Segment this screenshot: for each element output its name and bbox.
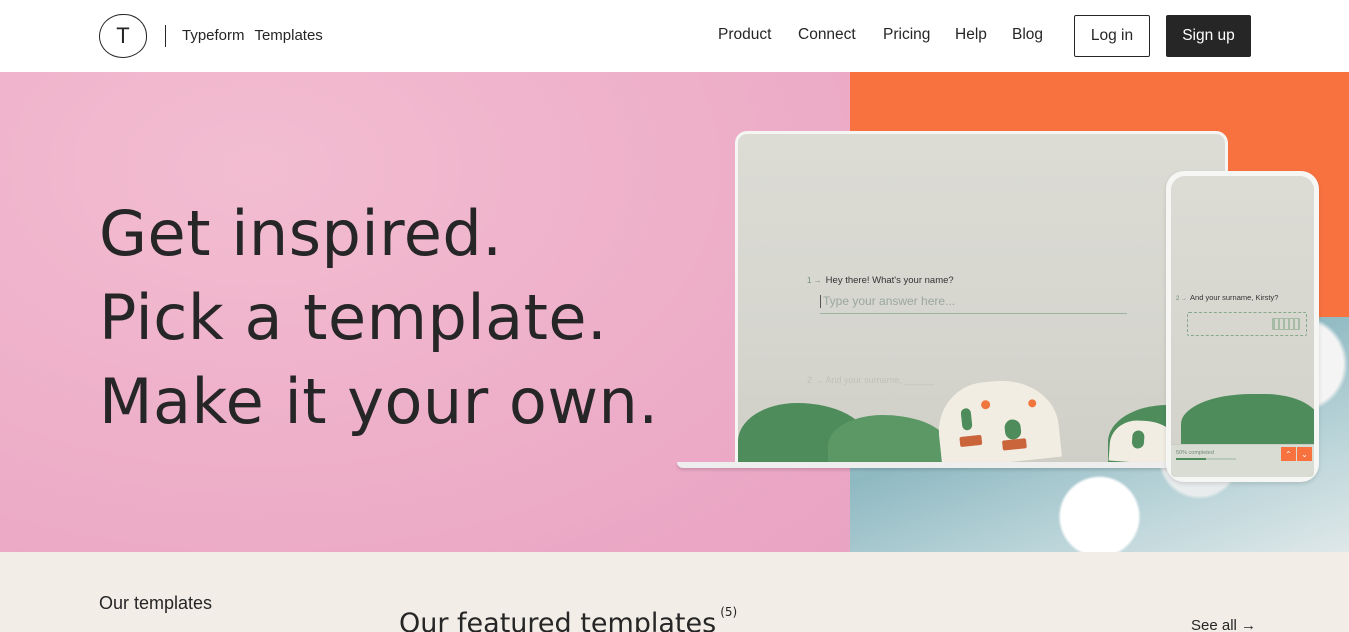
- progress-text: 50% completed: [1176, 450, 1214, 456]
- nav-pricing[interactable]: Pricing: [883, 26, 930, 44]
- headline-line-2: Pick a template.: [99, 281, 608, 354]
- brand-section: Templates: [254, 27, 323, 44]
- brand-name: Typeform: [182, 27, 245, 44]
- flower-shape: [1027, 398, 1037, 408]
- nav-product[interactable]: Product: [718, 26, 771, 44]
- headline-line-1: Get inspired.: [99, 197, 503, 270]
- logo-letter: T: [116, 23, 130, 48]
- typeform-logo[interactable]: T: [99, 14, 147, 58]
- login-button[interactable]: Log in: [1074, 15, 1150, 57]
- answer-input[interactable]: Type your answer here...: [820, 294, 1127, 314]
- cactus-shape: [1003, 418, 1022, 441]
- down-arrow-button[interactable]: ⌄: [1297, 447, 1312, 461]
- flower-shape: [980, 399, 991, 410]
- brand-title[interactable]: Typeform Templates: [182, 27, 329, 44]
- question-text: Hey there! What's your name?: [825, 275, 954, 286]
- pot-shape: [959, 434, 983, 448]
- laptop-question: 1 → Hey there! What's your name?: [807, 275, 954, 286]
- cactus-print-pillow: [934, 374, 1062, 463]
- answer-placeholder: Type your answer here...: [823, 294, 956, 308]
- templates-section: Our templates Our featured templates (5) …: [0, 552, 1349, 632]
- keyboard-icon: [1272, 318, 1300, 330]
- logo-divider: [165, 25, 166, 47]
- our-templates-heading: Our templates: [99, 593, 213, 613]
- nav-help[interactable]: Help: [955, 26, 987, 44]
- progress-bar: [1176, 458, 1236, 460]
- hero-headline: Get inspired. Pick a template. Make it y…: [99, 192, 659, 444]
- phone-question-number: 2 →: [1176, 296, 1188, 302]
- phone-footer: 50% completed ⌃ ⌄: [1171, 444, 1314, 477]
- nav-connect[interactable]: Connect: [798, 26, 856, 44]
- signup-button[interactable]: Sign up: [1166, 15, 1251, 57]
- headline-line-3: Make it your own.: [99, 365, 659, 438]
- see-all-link[interactable]: See all →: [1191, 617, 1256, 632]
- phone-question: 2 → And your surname, Kirsty?: [1176, 293, 1278, 302]
- laptop-screen: 1 → Hey there! What's your name? Type you…: [738, 134, 1225, 463]
- chevron-down-icon: ⌄: [1301, 449, 1308, 459]
- featured-count: (5): [720, 605, 738, 619]
- laptop-mockup: 1 → Hey there! What's your name? Type you…: [735, 131, 1228, 463]
- phone-answer-input[interactable]: [1187, 312, 1307, 336]
- featured-templates-heading: Our featured templates (5): [399, 605, 737, 632]
- sofa-pillows-image: [738, 374, 1225, 463]
- progress-fill: [1176, 458, 1206, 460]
- laptop-base: [677, 462, 1177, 468]
- phone-pillow-image: [1181, 394, 1314, 444]
- up-arrow-button[interactable]: ⌃: [1281, 447, 1296, 461]
- cactus-shape: [960, 407, 973, 431]
- phone-screen: 2 → And your surname, Kirsty? 50% complet…: [1171, 176, 1314, 477]
- phone-mockup: 2 → And your surname, Kirsty? 50% complet…: [1166, 171, 1319, 482]
- top-header: T Typeform Templates Product Connect Pri…: [0, 0, 1349, 72]
- nav-blog[interactable]: Blog: [1012, 26, 1043, 44]
- pot-shape: [1001, 438, 1027, 451]
- text-caret: [820, 295, 821, 309]
- cactus-shape: [1131, 430, 1145, 449]
- chevron-up-icon: ⌃: [1285, 449, 1292, 459]
- phone-question-text: And your surname, Kirsty?: [1190, 293, 1279, 302]
- green-pillow-mid: [828, 415, 948, 463]
- question-number: 1 →: [807, 276, 822, 285]
- hero-section: Get inspired. Pick a template. Make it y…: [0, 72, 1349, 552]
- featured-title: Our featured templates: [399, 608, 717, 632]
